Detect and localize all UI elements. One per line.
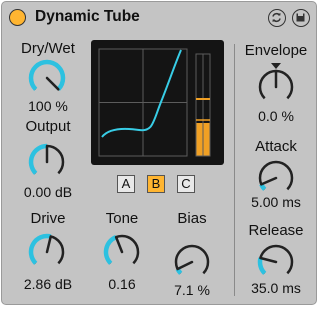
release-value[interactable]: 35.0 ms [236, 280, 316, 296]
bias-knob[interactable] [170, 240, 214, 284]
drywet-knob[interactable] [25, 56, 69, 100]
tone-value-arc [103, 235, 118, 265]
drive-knob[interactable] [25, 230, 69, 274]
output-value[interactable]: 0.00 dB [6, 184, 90, 200]
attack-pointer [260, 176, 278, 186]
hot-swap-button[interactable] [268, 9, 286, 27]
bias-value[interactable]: 7.1 % [154, 282, 230, 298]
attack-label: Attack [255, 138, 297, 155]
save-icon [296, 13, 305, 22]
tube-b-button[interactable]: B [147, 175, 165, 193]
envelope-value[interactable]: 0.0 % [236, 108, 316, 124]
release-pointer [259, 256, 278, 264]
attack-track [258, 160, 294, 191]
output-knob[interactable] [25, 140, 69, 184]
bias-pointer [176, 260, 194, 271]
drywet-value-arc [28, 59, 66, 91]
tube-c-button[interactable]: C [177, 175, 195, 193]
envelope-label: Envelope [244, 42, 308, 59]
envelope-meter [195, 53, 211, 157]
dynamic-tube-device: Dynamic Tube Dry/Wet 100 % Output 0.00 d… [1, 1, 317, 305]
envelope-center-marker [271, 63, 281, 69]
device-power-button[interactable] [9, 9, 26, 26]
drywet-value[interactable]: 100 % [6, 98, 90, 114]
release-label: Release [248, 222, 304, 239]
transfer-curve-display [91, 40, 224, 165]
output-value-arc [28, 143, 48, 175]
tone-value[interactable]: 0.16 [84, 276, 160, 292]
drive-label: Drive [30, 210, 66, 227]
tube-a-button[interactable]: A [117, 175, 135, 193]
bias-track [174, 244, 210, 275]
tone-knob[interactable] [100, 230, 144, 274]
save-preset-button[interactable] [292, 9, 310, 27]
output-label: Output [25, 118, 71, 135]
tone-pointer [114, 235, 124, 254]
title-bar: Dynamic Tube [2, 2, 316, 33]
drive-value[interactable]: 2.86 dB [6, 276, 90, 292]
bias-label: Bias [177, 210, 207, 227]
drywet-label: Dry/Wet [21, 40, 75, 57]
attack-value[interactable]: 5.00 ms [236, 194, 316, 210]
release-knob[interactable] [254, 240, 298, 284]
tone-label: Tone [105, 210, 139, 227]
drywet-pointer [45, 76, 60, 91]
release-value-arc [257, 257, 267, 275]
device-title: Dynamic Tube [35, 8, 140, 25]
transfer-curve-graph [98, 48, 211, 157]
section-divider [234, 44, 235, 296]
hot-swap-icon [272, 12, 281, 23]
envelope-knob[interactable] [254, 59, 298, 109]
transfer-curve [101, 49, 182, 138]
drive-pointer [45, 235, 52, 254]
